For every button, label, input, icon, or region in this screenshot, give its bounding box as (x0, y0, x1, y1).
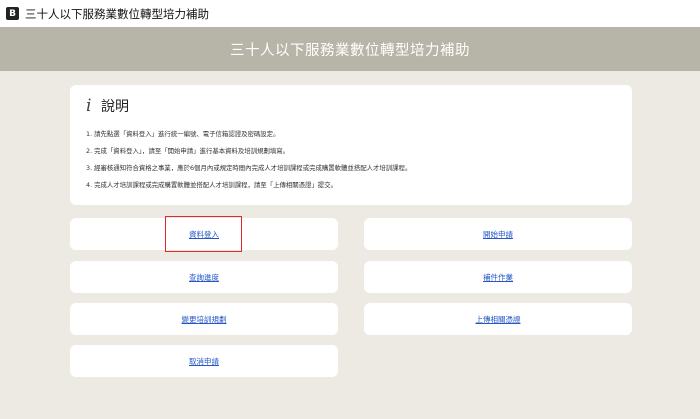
cancel-apply-button[interactable]: 取消申請 (70, 345, 338, 377)
supplement-button[interactable]: 補件作業 (364, 261, 632, 293)
notice-list: 1. 請先點選「資料登入」進行統一編號、電子信箱認證及密碼設定。 2. 完成「資… (86, 126, 616, 194)
notice-item: 4. 完成人才培訓課程或完成購置軟體並搭配人才培訓課程，請至「上傳相關憑證」提交… (86, 181, 337, 189)
query-progress-link[interactable]: 查詢進度 (189, 272, 219, 283)
upload-docs-link[interactable]: 上傳相關憑證 (476, 314, 521, 325)
login-button[interactable]: 資料登入 (70, 218, 338, 250)
tab-title: 三十人以下服務業數位轉型培力補助 (25, 6, 209, 21)
change-plan-button[interactable]: 變更培訓規劃 (70, 303, 338, 335)
browser-tab-bar: B 三十人以下服務業數位轉型培力補助 (0, 0, 700, 27)
start-apply-link[interactable]: 開始申請 (483, 229, 513, 240)
upload-docs-button[interactable]: 上傳相關憑證 (364, 303, 632, 335)
page-title: 三十人以下服務業數位轉型培力補助 (230, 42, 470, 59)
start-apply-button[interactable]: 開始申請 (364, 218, 632, 250)
supplement-link[interactable]: 補件作業 (483, 272, 513, 283)
notice-item: 1. 請先點選「資料登入」進行統一編號、電子信箱認證及密碼設定。 (86, 130, 280, 138)
change-plan-link[interactable]: 變更培訓規劃 (182, 314, 227, 325)
site-favicon: B (6, 7, 19, 20)
cancel-apply-link[interactable]: 取消申請 (189, 356, 219, 367)
query-progress-button[interactable]: 查詢進度 (70, 261, 338, 293)
info-icon: i (86, 96, 92, 116)
notice-title: 說明 (101, 99, 129, 115)
header-banner: 三十人以下服務業數位轉型培力補助 (0, 27, 700, 71)
notice-panel: i 說明 1. 請先點選「資料登入」進行統一編號、電子信箱認證及密碼設定。 2.… (70, 85, 632, 205)
notice-item: 2. 完成「資料登入」，請至「開始申請」進行基本資料及培訓規劃填寫。 (86, 147, 290, 155)
notice-header: i 說明 (86, 95, 616, 117)
login-link[interactable]: 資料登入 (189, 229, 219, 240)
notice-item: 3. 經審核通知符合資格之事業，應於6個月內或規定時間內完成人才培訓課程或完成購… (86, 164, 412, 172)
